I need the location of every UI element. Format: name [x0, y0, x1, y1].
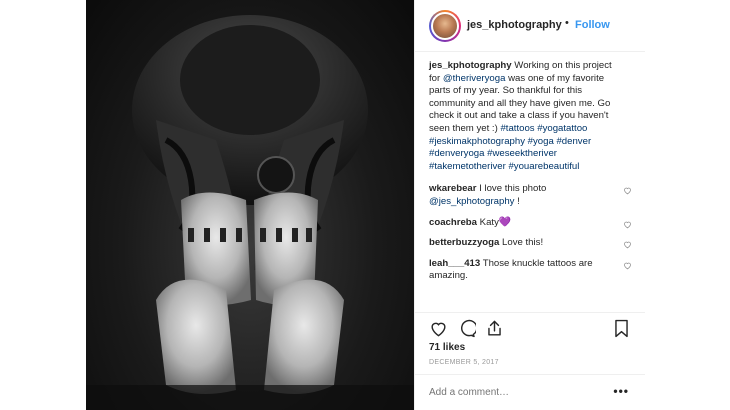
post-image[interactable]	[86, 0, 414, 410]
post-side-panel: jes_kphotography • Follow jes_kphotograp…	[414, 0, 645, 410]
action-bar	[415, 312, 645, 342]
comment-username[interactable]: coachreba	[429, 217, 477, 228]
comment-text: Love this!	[499, 237, 544, 249]
comments-section: jes_kphotography Working on this project…	[429, 60, 635, 283]
post-header: jes_kphotography • Follow	[415, 0, 645, 52]
comment-suffix: !	[514, 195, 520, 207]
share-icon[interactable]	[485, 319, 504, 338]
comment-item: coachreba Katy💜	[429, 216, 631, 230]
likes-count[interactable]: 71 likes	[429, 342, 465, 353]
comment-username[interactable]: leah___413	[429, 258, 480, 269]
caption-mention[interactable]: @theriveryoga	[443, 73, 506, 84]
like-comment-heart-icon[interactable]	[623, 261, 632, 270]
comment-item: leah___413 Those knuckle tattoos are ama…	[429, 258, 631, 283]
caption-username[interactable]: jes_kphotography	[429, 60, 512, 71]
like-comment-heart-icon[interactable]	[623, 220, 632, 229]
header-separator: •	[565, 17, 569, 29]
comment-item: wkarebear I love this photo @jes_kphotog…	[429, 183, 631, 208]
purple-heart-emoji: 💜	[498, 216, 512, 228]
avatar-image	[431, 12, 459, 40]
post-caption: jes_kphotography Working on this project…	[429, 60, 617, 173]
post-date: December 5, 2017	[429, 359, 499, 366]
header-username[interactable]: jes_kphotography	[467, 19, 562, 31]
user-avatar[interactable]	[429, 10, 461, 42]
comment-username[interactable]: betterbuzzyoga	[429, 237, 499, 248]
follow-button[interactable]: Follow	[575, 19, 610, 31]
comment-text: I love this photo	[476, 183, 547, 195]
comment-bubble-icon[interactable]	[457, 319, 476, 338]
comment-text: Katy	[477, 216, 499, 228]
more-options-button[interactable]: •••	[613, 384, 629, 398]
comment-mention[interactable]: @jes_kphotography	[429, 196, 514, 207]
like-heart-icon[interactable]	[429, 319, 448, 338]
add-comment-bar: •••	[415, 374, 645, 410]
like-comment-heart-icon[interactable]	[623, 186, 632, 195]
bookmark-icon[interactable]	[613, 319, 630, 338]
comment-username[interactable]: wkarebear	[429, 183, 476, 194]
add-comment-input[interactable]	[429, 387, 609, 398]
comment-item: betterbuzzyoga Love this!	[429, 237, 631, 250]
like-comment-heart-icon[interactable]	[623, 240, 632, 249]
post-photo-illustration	[86, 15, 414, 410]
